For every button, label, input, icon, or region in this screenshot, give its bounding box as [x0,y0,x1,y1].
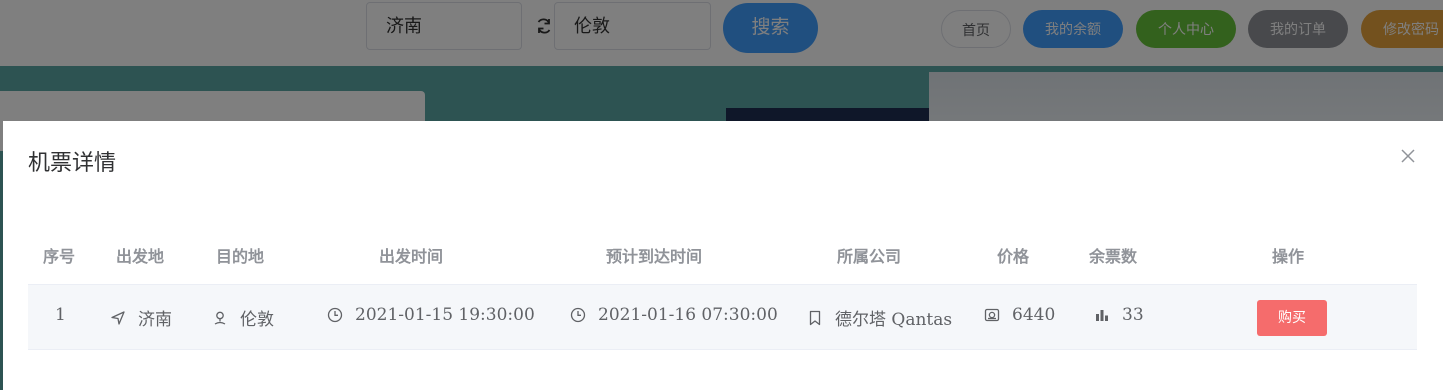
bookmark-icon [807,310,823,326]
arrive-time-value: 2021-01-16 07:30:00 [598,305,778,325]
bar-chart-icon [1094,307,1110,323]
table-row: 1 济南 伦敦 2021-01-15 19:30:00 2021-01-16 0 [28,284,1417,350]
column-header-action: 操作 [1271,247,1305,266]
cell-company: 德尔塔 Qantas [807,305,952,330]
cell-from: 济南 [110,305,172,330]
money-icon [984,307,1000,323]
clock-icon [327,307,343,323]
from-value: 济南 [138,310,172,330]
cell-index: 1 [55,305,66,325]
column-header-depart-time: 出发时间 [378,247,444,266]
ticket-detail-dialog: 机票详情 序号 出发地 目的地 出发时间 预计到达时间 所属公司 价格 余票数 … [3,121,1443,390]
column-header-remaining: 余票数 [1088,247,1138,266]
index-value: 1 [55,305,66,325]
company-value: 德尔塔 Qantas [835,310,953,330]
remaining-value: 33 [1122,305,1144,325]
map-pin-icon [212,310,228,326]
close-icon[interactable] [1400,148,1416,164]
location-arrow-icon [110,310,126,326]
dialog-title: 机票详情 [28,151,117,176]
cell-to: 伦敦 [212,305,274,330]
column-header-price: 价格 [996,247,1030,266]
column-header-company: 所属公司 [836,247,902,266]
to-value: 伦敦 [240,310,274,330]
column-header-arrive-time: 预计到达时间 [605,247,703,266]
column-header-index: 序号 [42,247,76,266]
column-header-to: 目的地 [215,247,265,266]
cell-remaining: 33 [1094,305,1144,325]
price-value: 6440 [1012,305,1056,325]
depart-time-value: 2021-01-15 19:30:00 [355,305,535,325]
cell-depart-time: 2021-01-15 19:30:00 [327,305,535,325]
cell-arrive-time: 2021-01-16 07:30:00 [570,305,778,325]
buy-button[interactable]: 购买 [1257,300,1327,336]
clock-icon [570,307,586,323]
cell-price: 6440 [984,305,1055,325]
column-header-from: 出发地 [115,247,165,266]
